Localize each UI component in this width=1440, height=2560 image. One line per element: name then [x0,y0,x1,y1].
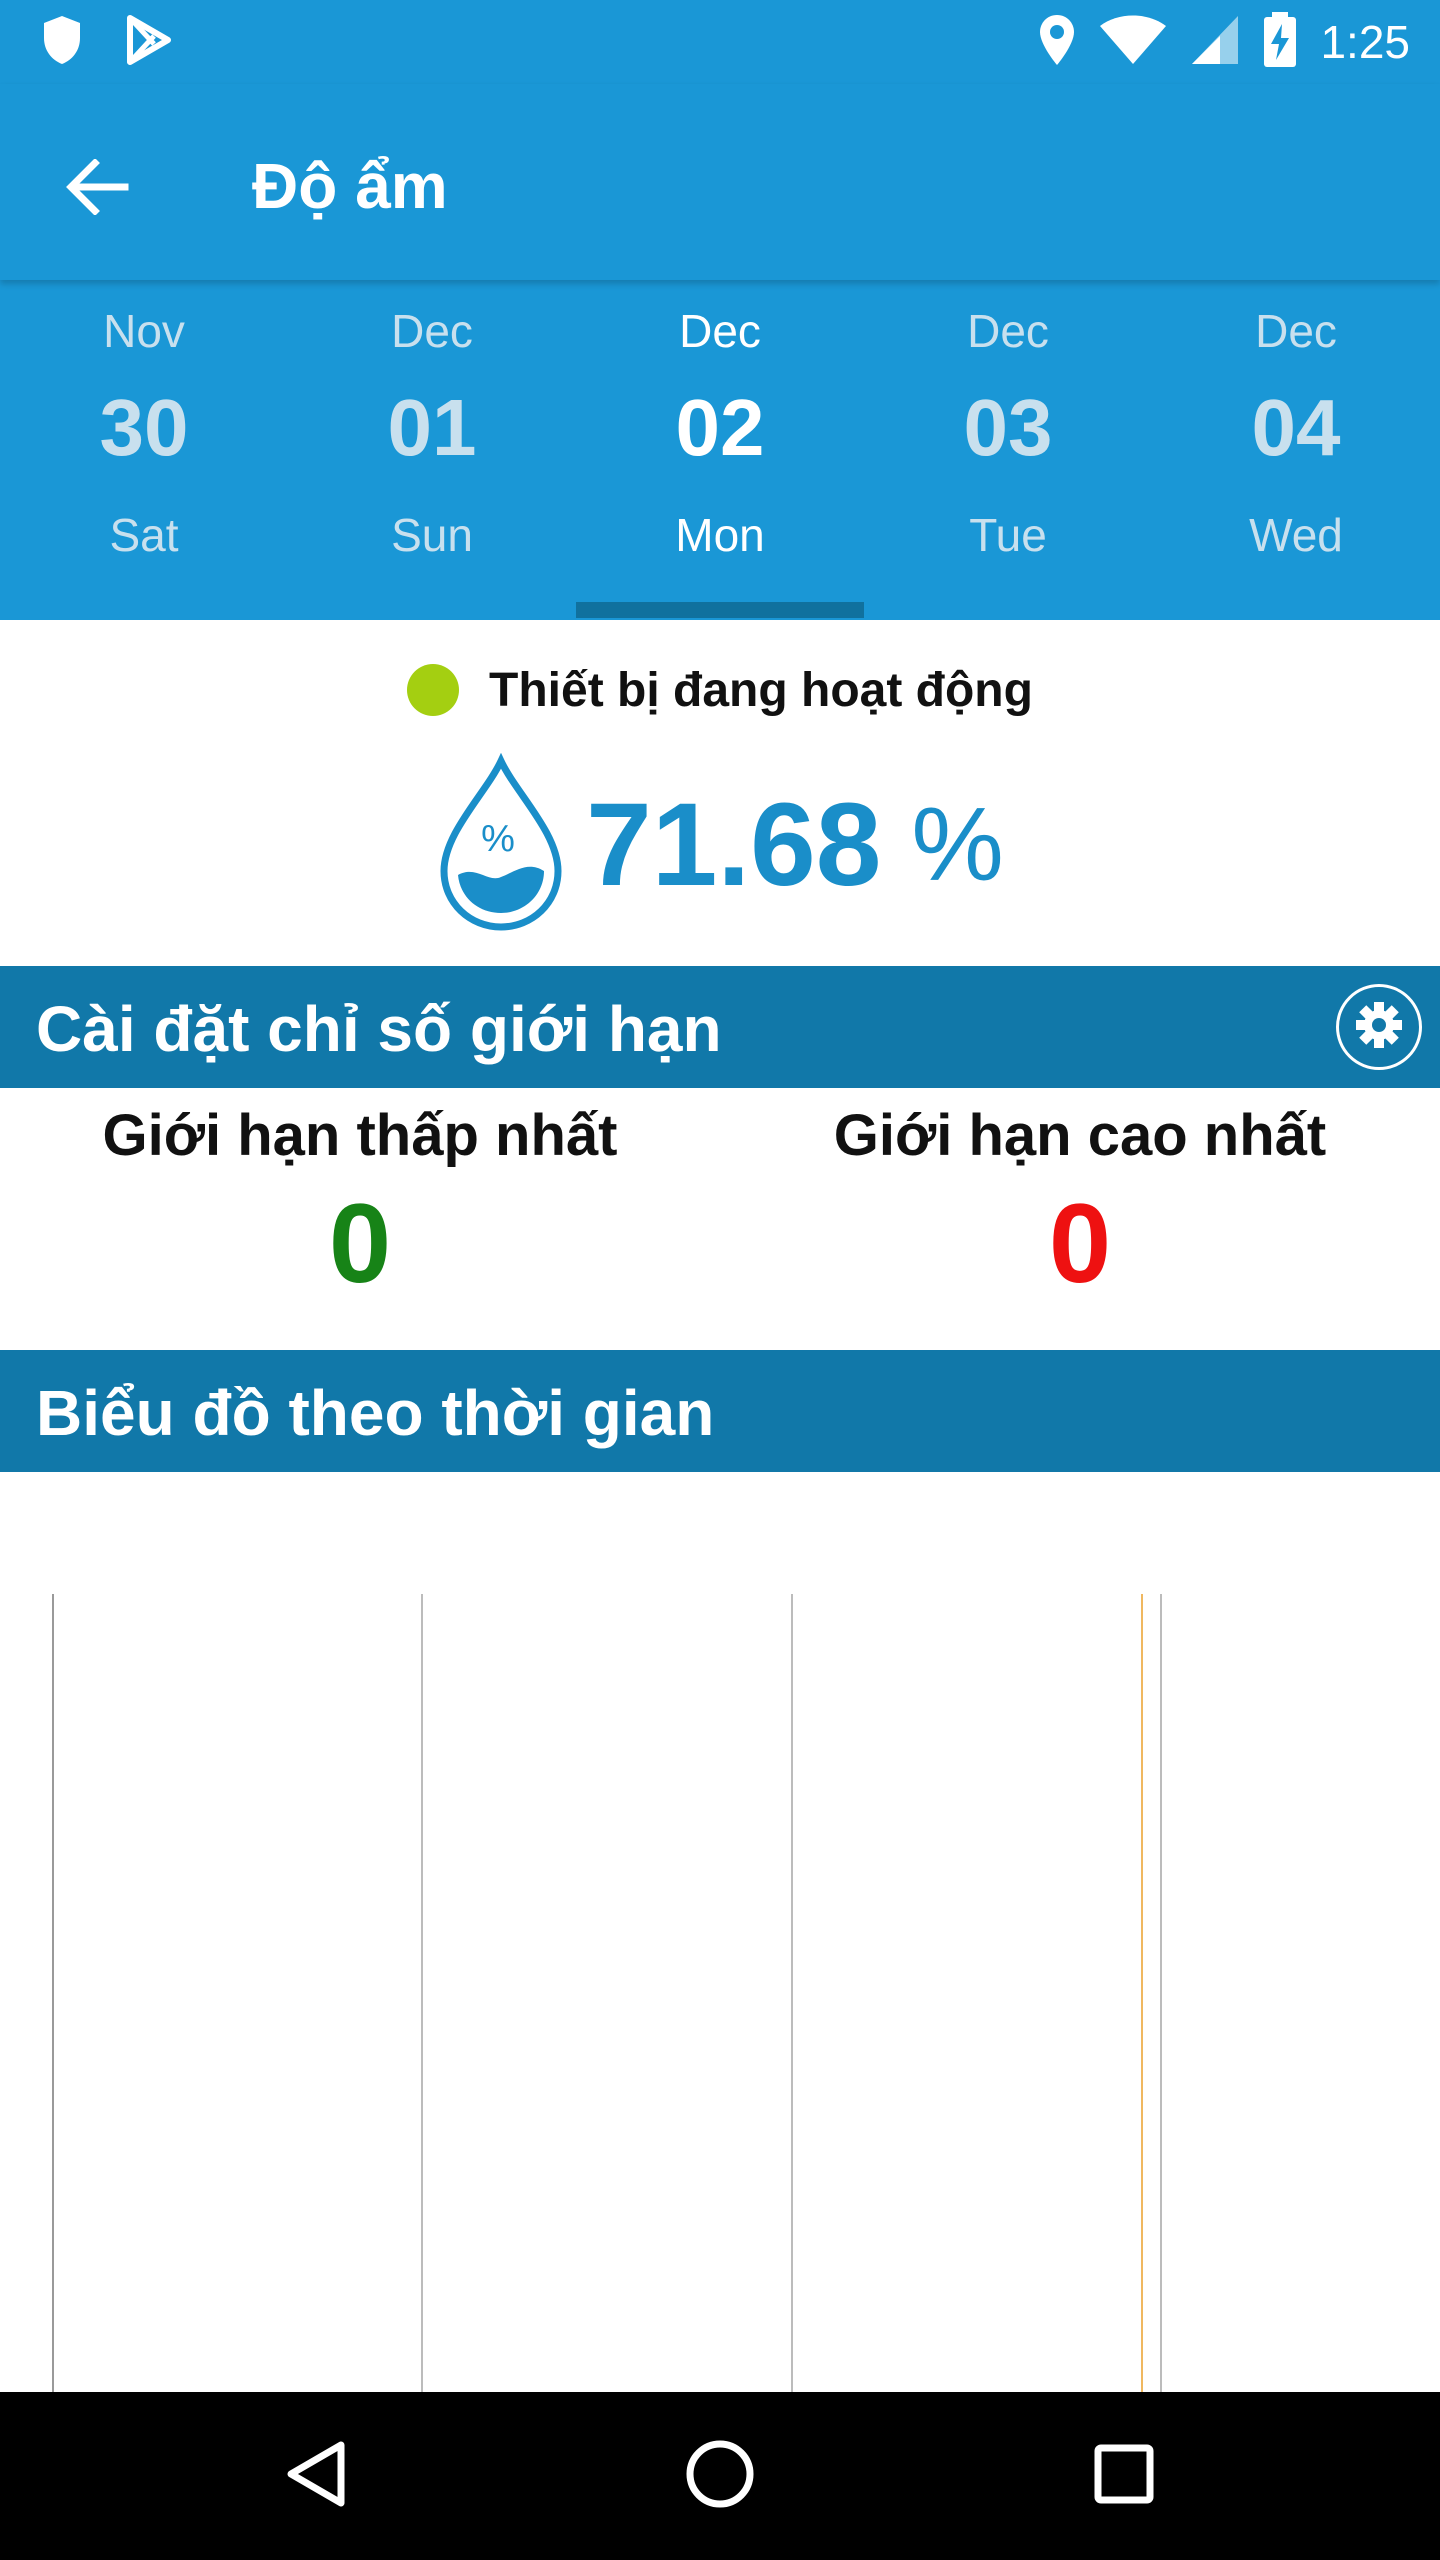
date-weekday: Sat [109,509,179,561]
date-weekday: Wed [1249,509,1343,561]
humidity-unit: % [911,786,1004,903]
clock-time: 1:25 [1320,16,1410,68]
nav-home-button[interactable] [670,2426,770,2526]
humidity-drop-icon: % [436,752,566,938]
max-limit-value: 0 [1048,1181,1112,1306]
date-month: Nov [103,305,185,357]
min-limit-label: Giới hạn thấp nhất [102,1103,618,1168]
date-weekday: Tue [969,509,1047,561]
limits-panel: Giới hạn thấp nhất 0 Giới hạn cao nhất 0 [0,1088,1440,1348]
status-indicator-dot [407,664,460,716]
date-month: Dec [679,305,761,357]
cell-signal-icon [1190,14,1240,71]
date-day: 04 [1251,383,1341,472]
nav-home-icon [683,2437,757,2516]
humidity-value: 71.68 [586,779,882,911]
status-text: Thiết bị đang hoạt động [489,663,1033,717]
date-day: 02 [675,383,765,472]
max-limit-label: Giới hạn cao nhất [833,1103,1327,1168]
date-month: Dec [1255,305,1337,357]
date-month: Dec [391,305,473,357]
date-day: 03 [963,383,1053,472]
play-store-icon [124,14,174,71]
humidity-reading: % 71.68 % [0,750,1440,940]
gear-icon [1354,1000,1404,1055]
date-tab-nov-30[interactable]: Nov 30 Sat [0,280,288,620]
date-tab-dec-03[interactable]: Dec 03 Tue [864,280,1152,620]
min-limit: Giới hạn thấp nhất 0 [0,1088,720,1308]
date-weekday: Mon [675,509,765,561]
max-limit: Giới hạn cao nhất 0 [720,1088,1440,1308]
date-tab-dec-04[interactable]: Dec 04 Wed [1152,280,1440,620]
date-weekday: Sun [391,509,473,561]
device-status: Thiết bị đang hoạt động [0,655,1440,725]
selected-tab-indicator [576,602,864,618]
time-chart[interactable] [0,1472,1440,2392]
date-tab-dec-01[interactable]: Dec 01 Sun [288,280,576,620]
page-title: Độ ẩm [252,150,448,222]
date-month: Dec [967,305,1049,357]
chart-section-title: Biểu đồ theo thời gian [36,1377,715,1449]
system-nav-bar [0,2392,1440,2560]
date-day: 30 [99,383,189,472]
nav-recents-icon [1092,2442,1156,2511]
min-limit-value: 0 [328,1181,392,1306]
nav-back-icon [281,2439,351,2514]
date-day: 01 [387,383,477,472]
chart-section-header: Biểu đồ theo thời gian [0,1350,1440,1472]
settings-button[interactable] [1336,984,1422,1070]
limits-section-header: Cài đặt chỉ số giới hạn [0,966,1440,1088]
date-selector: Nov 30 Sat Dec 01 Sun Dec 02 Mon Dec 03 … [0,280,1440,620]
app-bar: Độ ẩm [0,84,1440,280]
wifi-icon [1098,14,1168,71]
limits-section-title: Cài đặt chỉ số giới hạn [36,993,722,1065]
status-bar: 1:25 [0,0,1440,84]
nav-recents-button[interactable] [1074,2426,1174,2526]
drop-percent-label: % [481,818,515,860]
shield-icon [40,14,84,71]
battery-charging-icon [1262,11,1298,73]
back-button[interactable] [52,144,142,234]
arrow-left-icon [65,157,129,220]
location-icon [1038,13,1076,72]
nav-back-button[interactable] [266,2426,366,2526]
date-tab-dec-02[interactable]: Dec 02 Mon [576,280,864,620]
